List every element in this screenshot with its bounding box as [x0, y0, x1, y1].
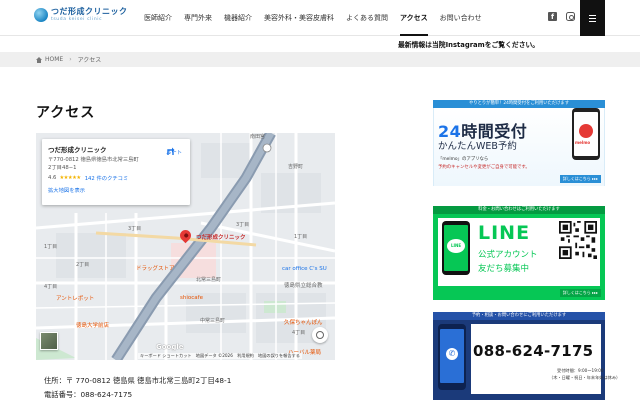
place-address: 〒770-0812 徳島県徳島市北常三島町2丁目48−1 — [48, 157, 139, 171]
phone-handset-icon: ✆ — [438, 324, 466, 390]
nav-item[interactable]: 美容外科・美容皮膚科 — [258, 0, 340, 36]
map-label: 2丁目 — [76, 262, 90, 268]
more-link[interactable]: 詳しくはこちら ▸▸▸ — [559, 289, 601, 297]
nav-item[interactable]: 機器紹介 — [218, 0, 258, 36]
banner-subheadline: かんたんWEB予約 — [438, 141, 517, 152]
banner-header: 料金・お問い合わせはご利用いただけます — [433, 206, 605, 214]
map-label: 3丁目 — [236, 222, 250, 228]
smartphone-icon: melmo — [572, 108, 600, 160]
map-poi: shiocafe — [180, 295, 203, 301]
larger-map-link[interactable]: 拡大地図を表示 — [48, 186, 184, 194]
banner-header: やりとりが簡単！24時間受付をご利用いただけます — [433, 100, 605, 108]
map-poi: 久保ちゃんぽん — [284, 320, 323, 326]
place-rating: 4.6 ★★★★★ 142 件のクチコミ — [48, 174, 184, 182]
clinic-logo[interactable]: つだ形成クリニック tsuda keisei clinic — [34, 8, 128, 23]
logo-subtitle: tsuda keisei clinic — [51, 17, 103, 22]
line-banner[interactable]: 料金・お問い合わせはご利用いただけます LINE LINE 公式アカウント 友だ… — [433, 206, 605, 300]
satellite-toggle[interactable] — [40, 332, 58, 350]
place-card: つだ形成クリニック 〒770-0812 徳島県徳島市北常三島町2丁目48−1 4… — [42, 139, 190, 205]
banner-header: 予約・相談・お問い合わせにご利用いただけます — [433, 312, 605, 320]
reception-hours: 受付時間：9:00～19:00 — [557, 368, 604, 373]
street-view-icon[interactable] — [312, 327, 328, 343]
phone-banner[interactable]: 予約・相談・お問い合わせにご利用いただけます ✆ 088-624-7175 受付… — [433, 312, 620, 400]
clinic-map-label: つだ形成クリニック — [196, 235, 246, 241]
web-reservation-banner[interactable]: やりとりが簡単！24時間受付をご利用いただけます 24時間受付 かんたんWEB予… — [433, 100, 605, 186]
directions-icon — [167, 147, 175, 155]
place-name: つだ形成クリニック — [48, 146, 107, 154]
nav-item[interactable]: お問い合わせ — [434, 0, 488, 36]
instagram-notice: 最新情報は当院Instagramをご覧ください。 — [398, 41, 540, 49]
breadcrumb-separator-icon: › — [69, 56, 72, 63]
map-label: 吉野町 — [288, 164, 304, 170]
map-label: 1丁目 — [294, 234, 308, 240]
map-label: 4丁目 — [44, 284, 58, 290]
phone-number[interactable]: 088-624-7175 — [473, 342, 593, 360]
map-label: 4丁目 — [292, 330, 306, 336]
google-map[interactable]: つだ形成クリニック 〒770-0812 徳島県徳島市北常三島町2丁目48−1 4… — [36, 133, 335, 360]
banner-note: 予約のキャンセルや変更がご自身で可能です。 — [438, 165, 530, 170]
home-icon — [36, 56, 42, 63]
qr-code-icon — [559, 221, 597, 259]
map-poi: car office C's SU — [282, 266, 327, 272]
map-label: 南田宮 — [250, 134, 266, 140]
main-nav: 医師紹介 専門外来 機器紹介 美容外科・美容皮膚科 よくある質問 アクセス お問い合わせ — [138, 0, 488, 36]
nav-item[interactable]: よくある質問 — [340, 0, 394, 36]
more-link[interactable]: 詳しくはこちら ▸▸▸ — [559, 175, 601, 183]
map-footer[interactable]: キーボード ショートカット 地図データ ©2026 利用規約 地図の誤りを報告す… — [138, 353, 302, 359]
star-rating-icon: ★★★★★ — [59, 175, 81, 182]
banner-note: 「melmo」のアプリなら — [438, 157, 489, 162]
hamburger-menu-button[interactable] — [580, 0, 605, 36]
route-button[interactable]: ルート — [166, 145, 182, 156]
reviews-link[interactable]: 142 件のクチコミ — [85, 174, 129, 182]
line-phone-icon: LINE — [442, 221, 470, 275]
map-label: 1丁目 — [44, 244, 58, 250]
nav-item[interactable]: アクセス — [394, 0, 434, 36]
closed-days: （木・日曜・祝日・年末年始は休み） — [549, 375, 621, 380]
breadcrumb: HOME › アクセス — [36, 52, 101, 67]
phone-text: 電話番号：088-624-7175 — [44, 390, 133, 399]
line-subtitle: 公式アカウント — [478, 250, 538, 260]
map-poi: 徳島県立総合教 — [284, 283, 323, 289]
nav-item[interactable]: 医師紹介 — [138, 0, 178, 36]
map-label: 北常三島町 — [196, 277, 222, 283]
logo-mark-icon — [34, 8, 48, 23]
google-logo: Google — [156, 343, 184, 351]
facebook-icon[interactable]: f — [548, 12, 557, 21]
map-poi: アントレポット — [56, 296, 95, 302]
map-label: 3丁目 — [128, 226, 142, 232]
line-subtitle: 友だち募集中 — [478, 264, 530, 274]
page-title: アクセス — [36, 105, 96, 121]
logo-name: つだ形成クリニック — [51, 7, 128, 16]
site-header: つだ形成クリニック tsuda keisei clinic 医師紹介 専門外来 機器… — [0, 0, 640, 36]
nav-item[interactable]: 専門外来 — [178, 0, 218, 36]
address-text: 住所：〒 770-0812 徳島県 徳島市北常三島町2丁目48-1 — [44, 376, 232, 385]
breadcrumb-home[interactable]: HOME — [45, 56, 63, 63]
rating-value: 4.6 — [48, 175, 57, 182]
instagram-icon[interactable] — [566, 12, 575, 21]
breadcrumb-bar: HOME › アクセス — [0, 52, 640, 67]
map-label: 中常三島町 — [200, 318, 226, 324]
map-poi: 徳島大学前店 — [76, 323, 110, 329]
line-title: LINE — [478, 222, 531, 244]
map-poi: ドラッグストア — [136, 266, 175, 272]
breadcrumb-current: アクセス — [77, 57, 102, 64]
